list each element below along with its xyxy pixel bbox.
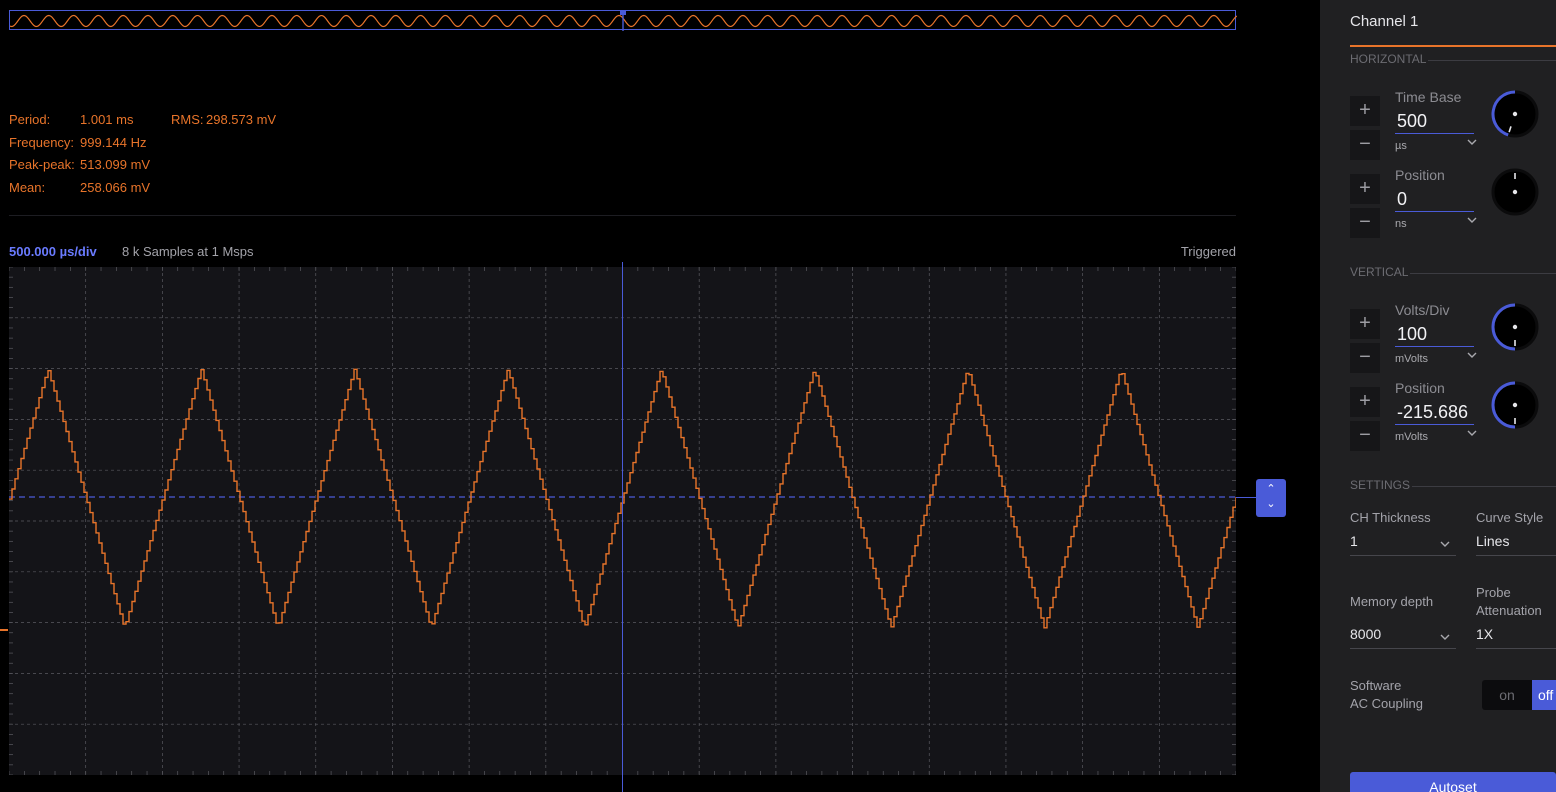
- minus-icon: −: [1359, 133, 1371, 155]
- measurement-label: Peak-peak:: [9, 157, 75, 172]
- curve-style-value: Lines: [1476, 533, 1510, 549]
- h-position-increment-button[interactable]: +: [1350, 174, 1380, 204]
- h-position-knob[interactable]: [1490, 167, 1540, 217]
- volts-div-increment-button[interactable]: +: [1350, 309, 1380, 339]
- probe-attenuation-value: 1X: [1476, 626, 1494, 642]
- plus-icon: +: [1359, 99, 1371, 121]
- measurement-value: 298.573 mV: [206, 112, 277, 127]
- v-position-input[interactable]: -215.686: [1395, 401, 1474, 425]
- horizontal-position-spinbox: + − Position 0 ns: [1350, 167, 1556, 244]
- vertical-position-spinbox: + − Position -215.686 mVolts: [1350, 380, 1556, 457]
- trigger-level-line-tail: [1236, 497, 1256, 498]
- memory-depth-label: Memory depth: [1350, 594, 1434, 609]
- curve-style-select[interactable]: Lines: [1476, 530, 1556, 556]
- v-position-decrement-button[interactable]: −: [1350, 421, 1380, 451]
- memory-depth-select[interactable]: 8000: [1350, 623, 1456, 649]
- trigger-status: Triggered: [1180, 244, 1236, 259]
- h-position-decrement-button[interactable]: −: [1350, 208, 1380, 238]
- chevron-down-icon: [1440, 541, 1450, 547]
- volts-div-spinbox: + − Volts/Div 100 mVolts: [1350, 302, 1556, 379]
- minus-icon: −: [1359, 211, 1371, 233]
- measurement-value: 1.001 ms: [80, 112, 134, 127]
- measurement-value: 513.099 mV: [80, 157, 151, 172]
- h-position-label: Position: [1395, 167, 1445, 183]
- measurement-label: Period:: [9, 112, 51, 127]
- overview-strip[interactable]: [9, 10, 1237, 31]
- overview-cursor-marker: [620, 11, 626, 15]
- chevron-down-icon[interactable]: [1465, 348, 1479, 362]
- time-base-knob[interactable]: [1490, 89, 1540, 139]
- time-base-spinbox: + − Time Base 500 µs: [1350, 89, 1556, 166]
- knob-center-dot: [1512, 324, 1518, 330]
- plus-icon: +: [1359, 312, 1371, 334]
- measurement-label: Frequency:: [9, 135, 75, 150]
- chevron-down-icon[interactable]: [1465, 135, 1479, 149]
- v-position-unit-select[interactable]: mVolts: [1395, 431, 1428, 443]
- volts-div-decrement-button[interactable]: −: [1350, 343, 1380, 373]
- volts-div-knob[interactable]: [1490, 302, 1540, 352]
- ac-coupling-off-option[interactable]: off: [1532, 680, 1556, 710]
- ch-thickness-value: 1: [1350, 533, 1358, 549]
- ac-coupling-on-option[interactable]: on: [1482, 680, 1532, 710]
- knob-center-dot: [1512, 402, 1518, 408]
- time-base-input[interactable]: 500: [1395, 110, 1474, 134]
- v-position-knob[interactable]: [1490, 380, 1540, 430]
- timebase-label: 500.000 µs/div: [9, 244, 97, 259]
- chevron-down-icon[interactable]: [1465, 426, 1479, 440]
- channel-offset-marker[interactable]: [0, 629, 8, 631]
- trigger-position-cursor[interactable]: [622, 262, 623, 792]
- time-base-increment-button[interactable]: +: [1350, 96, 1380, 126]
- chevron-up-icon: ⌃: [1266, 483, 1276, 495]
- time-base-decrement-button[interactable]: −: [1350, 130, 1380, 160]
- samples-label: 8 k Samples at 1 Msps: [122, 244, 254, 259]
- ch-thickness-select[interactable]: 1: [1350, 530, 1456, 556]
- section-header-vertical: VERTICAL: [1350, 265, 1556, 279]
- plot-header: 500.000 µs/div 8 k Samples at 1 Msps Tri…: [9, 243, 1236, 261]
- section-header-horizontal: HORIZONTAL: [1350, 52, 1556, 66]
- ch-thickness-label: CH Thickness: [1350, 510, 1431, 525]
- measurement-value: 999.144 Hz: [80, 135, 147, 150]
- plus-icon: +: [1359, 390, 1371, 412]
- memory-depth-value: 8000: [1350, 626, 1382, 642]
- plus-icon: +: [1359, 177, 1371, 199]
- autoset-button[interactable]: Autoset: [1350, 772, 1556, 792]
- chevron-down-icon: ⌄: [1266, 498, 1276, 510]
- chevron-down-icon[interactable]: [1465, 213, 1479, 227]
- minus-icon: −: [1359, 424, 1371, 446]
- knob-center-dot: [1512, 189, 1518, 195]
- trigger-level-handle[interactable]: ⌃ ⌄: [1256, 479, 1286, 517]
- channel-settings-panel: Channel 1 HORIZONTAL + − Time Base 500 µ…: [1320, 0, 1556, 792]
- v-position-increment-button[interactable]: +: [1350, 387, 1380, 417]
- minus-icon: −: [1359, 346, 1371, 368]
- v-position-label: Position: [1395, 380, 1445, 396]
- ac-coupling-toggle[interactable]: on off: [1482, 680, 1556, 710]
- tab-underline: [1350, 45, 1556, 47]
- divider: [9, 215, 1236, 216]
- measurement-value: 258.066 mV: [80, 180, 151, 195]
- chevron-down-icon: [1440, 634, 1450, 640]
- volts-div-unit-select[interactable]: mVolts: [1395, 353, 1428, 365]
- ac-coupling-label: Software AC Coupling: [1350, 678, 1423, 711]
- measurement-label: RMS:: [171, 112, 204, 127]
- panel-title[interactable]: Channel 1: [1350, 13, 1418, 30]
- measurement-label: Mean:: [9, 180, 46, 195]
- time-base-unit-select[interactable]: µs: [1395, 140, 1407, 152]
- h-position-unit-select[interactable]: ns: [1395, 218, 1407, 230]
- overview-waveform: [10, 11, 1237, 31]
- volts-div-input[interactable]: 100: [1395, 323, 1474, 347]
- probe-attenuation-label: Probe Attenuation: [1476, 585, 1542, 618]
- knob-center-dot: [1512, 111, 1518, 117]
- section-header-settings: SETTINGS: [1350, 478, 1556, 492]
- curve-style-label: Curve Style: [1476, 510, 1544, 525]
- time-base-label: Time Base: [1395, 89, 1462, 105]
- volts-div-label: Volts/Div: [1395, 302, 1450, 318]
- probe-attenuation-select[interactable]: 1X: [1476, 623, 1556, 649]
- h-position-input[interactable]: 0: [1395, 188, 1474, 212]
